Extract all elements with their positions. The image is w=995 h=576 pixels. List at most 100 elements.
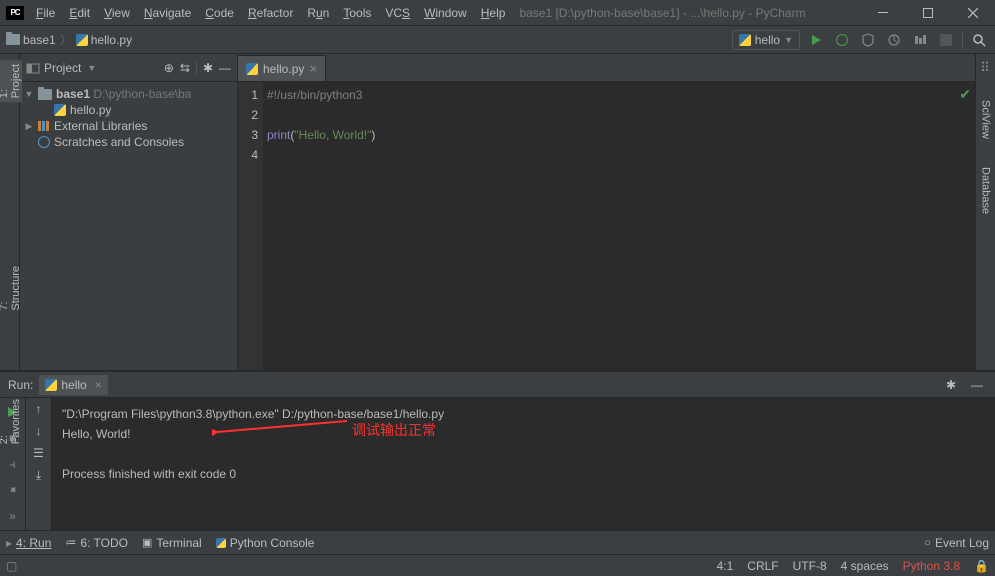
annotation-arrow — [212, 418, 352, 438]
status-caret-position[interactable]: 4:1 — [717, 559, 734, 573]
chevron-right-icon[interactable]: ▶ — [24, 121, 34, 132]
menu-navigate[interactable]: Navigate — [138, 4, 197, 22]
project-tree: ▼ base1 D:\python-base\ba hello.py ▶ Ext… — [20, 82, 237, 154]
menu-refactor[interactable]: Refactor — [242, 4, 299, 22]
tool-window-python-console[interactable]: Python Console — [216, 536, 315, 550]
run-settings-button[interactable]: ✱ — [941, 375, 961, 395]
editor-area: hello.py × 1 2 3 4 #!/usr/bin/python3 pr… — [238, 54, 975, 370]
expand-button[interactable]: » — [3, 506, 23, 526]
annotation-text: 调试输出正常 — [352, 420, 436, 440]
play-icon — [812, 35, 821, 45]
tree-file-hello[interactable]: hello.py — [20, 102, 237, 118]
layout-toggle-button[interactable]: ⫞ — [3, 454, 23, 474]
titlebar: PC File Edit View Navigate Code Refactor… — [0, 0, 995, 26]
tool-window-event-log[interactable]: ○ Event Log — [924, 536, 989, 550]
chevron-down-icon[interactable]: ▼ — [87, 63, 96, 73]
close-tab-icon[interactable]: × — [309, 61, 317, 76]
tree-external-libraries[interactable]: ▶ External Libraries — [20, 118, 237, 134]
status-indent[interactable]: 4 spaces — [841, 559, 889, 573]
console-stdout-line: Hello, World! — [62, 424, 985, 444]
tool-window-todo[interactable]: ≔ 6: TODO — [65, 536, 128, 550]
run-hide-button[interactable]: — — [967, 375, 987, 395]
tool-window-terminal[interactable]: ▣ Terminal — [142, 536, 202, 550]
search-everywhere-button[interactable] — [969, 30, 989, 50]
chevron-down-icon[interactable]: ▼ — [24, 89, 34, 99]
select-opened-file-button[interactable]: ⊕ — [164, 61, 174, 75]
menu-window[interactable]: Window — [418, 4, 473, 22]
run-panel-title: Run: — [8, 378, 33, 392]
tree-root-path: D:\python-base\ba — [93, 87, 191, 101]
debug-button[interactable] — [832, 30, 852, 50]
tool-window-run[interactable]: 4: Run — [16, 536, 51, 550]
settings-button[interactable]: ✱ — [203, 61, 213, 75]
menu-run[interactable]: Run — [301, 4, 335, 22]
run-button[interactable] — [806, 30, 826, 50]
minimize-button[interactable] — [860, 0, 905, 26]
concurrency-button[interactable] — [910, 30, 930, 50]
tree-ext-libs-label: External Libraries — [54, 119, 147, 133]
profile-button[interactable] — [884, 30, 904, 50]
run-tab-hello[interactable]: hello × — [39, 375, 107, 395]
run-configuration-selector[interactable]: hello ▼ — [732, 30, 800, 50]
tool-tab-structure[interactable]: 7: Structure — [0, 262, 22, 315]
pin-button[interactable]: ✦ — [0, 476, 27, 504]
code-editor[interactable]: 1 2 3 4 #!/usr/bin/python3 print("Hello,… — [238, 82, 975, 370]
menu-tools[interactable]: Tools — [337, 4, 377, 22]
tool-tab-database[interactable]: Database — [980, 163, 992, 218]
status-bar-toggle[interactable]: ▢ — [6, 559, 17, 573]
menu-view[interactable]: View — [98, 4, 136, 22]
tool-tab-project[interactable]: 1: Project — [0, 60, 22, 102]
console-exit-line: Process finished with exit code 0 — [62, 464, 985, 484]
maximize-button[interactable] — [905, 0, 950, 26]
tool-tab-favorites[interactable]: 2: Favorites — [0, 395, 22, 448]
more-icon[interactable]: ⠿ — [980, 60, 991, 76]
breadcrumb-file[interactable]: hello.py — [76, 33, 132, 47]
code-token-string: "Hello, World!" — [294, 128, 371, 142]
lock-icon[interactable]: 🔒 — [974, 559, 989, 573]
status-line-separator[interactable]: CRLF — [747, 559, 778, 573]
expand-all-button[interactable]: ⇆ — [180, 61, 190, 75]
python-icon — [45, 379, 57, 391]
close-tab-icon[interactable]: × — [95, 378, 102, 392]
run-secondary-toolbar: ↑ ↓ ☰ ⤓ — [26, 398, 52, 530]
run-config-label: hello — [755, 33, 780, 47]
down-button[interactable]: ↓ — [36, 424, 42, 438]
tool-tab-sciview[interactable]: SciView — [980, 96, 992, 143]
console-output[interactable]: "D:\Program Files\python3.8\python.exe" … — [52, 398, 995, 530]
coverage-button[interactable] — [858, 30, 878, 50]
hide-button[interactable]: — — [219, 61, 231, 75]
editor-gutter: 1 2 3 4 — [238, 82, 263, 370]
status-interpreter[interactable]: Python 3.8 — [903, 559, 960, 573]
status-bar: ▢ 4:1 CRLF UTF-8 4 spaces Python 3.8 🔒 — [0, 554, 995, 576]
soft-wrap-button[interactable]: ☰ — [33, 446, 44, 460]
line-number: 2 — [238, 105, 258, 125]
left-tool-gutter: 1: Project 7: Structure 2: Favorites — [0, 54, 20, 370]
breadcrumb-file-label: hello.py — [91, 33, 132, 47]
line-number: 4 — [238, 145, 258, 165]
close-button[interactable] — [950, 0, 995, 26]
code-content[interactable]: #!/usr/bin/python3 print("Hello, World!"… — [263, 82, 975, 370]
tree-scratches[interactable]: Scratches and Consoles — [20, 134, 237, 150]
python-file-icon — [246, 63, 258, 75]
up-button[interactable]: ↑ — [36, 402, 42, 416]
pycharm-logo: PC — [6, 6, 24, 20]
python-file-icon — [54, 104, 66, 116]
menu-edit[interactable]: Edit — [63, 4, 96, 22]
breadcrumb-project-label: base1 — [23, 33, 56, 47]
menu-vcs[interactable]: VCS — [379, 4, 416, 22]
menu-code[interactable]: Code — [199, 4, 240, 22]
central-area: 1: Project 7: Structure 2: Favorites Pro… — [0, 54, 995, 370]
stop-button[interactable] — [936, 30, 956, 50]
window-title: base1 [D:\python-base\base1] - ...\hello… — [519, 6, 860, 20]
status-encoding[interactable]: UTF-8 — [793, 559, 827, 573]
chevron-down-icon: ▼ — [784, 35, 793, 45]
menu-file[interactable]: File — [30, 4, 61, 22]
scroll-to-end-button[interactable]: ⤓ — [36, 468, 41, 483]
menu-help[interactable]: Help — [475, 4, 512, 22]
editor-tab-hello[interactable]: hello.py × — [238, 55, 326, 81]
folder-icon — [38, 89, 52, 100]
tool-windows-toggle[interactable]: ▸4: Run — [6, 536, 51, 550]
breadcrumb-project[interactable]: base1 — [6, 33, 56, 47]
console-command-line: "D:\Program Files\python3.8\python.exe" … — [62, 404, 985, 424]
tree-root[interactable]: ▼ base1 D:\python-base\ba — [20, 86, 237, 102]
